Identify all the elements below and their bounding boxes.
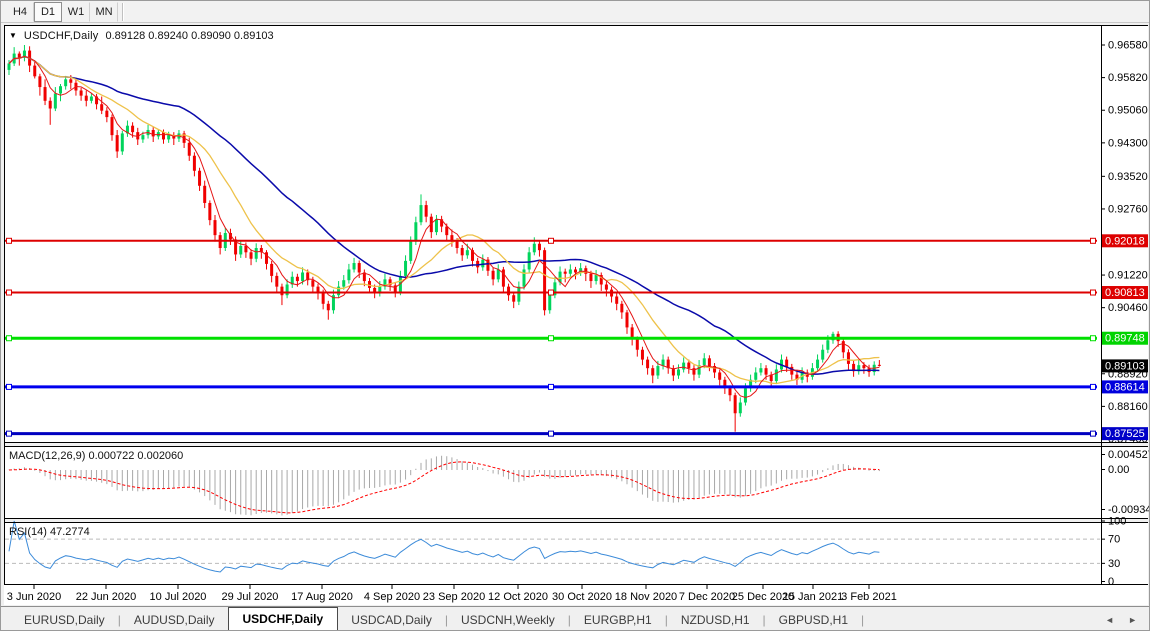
price-label-badge: 0.89103	[1102, 359, 1148, 372]
macd-indicator-label: MACD(12,26,9) 0.000722 0.002060	[9, 450, 183, 462]
rsi-axis-label: 30	[1108, 558, 1120, 570]
line-handle[interactable]	[1091, 238, 1096, 243]
tab-audusd-daily[interactable]: AUDUSD,Daily	[121, 609, 228, 631]
price-badge-value: 0.88614	[1105, 381, 1145, 393]
tab-eurgbp-h1[interactable]: EURGBP,H1	[571, 609, 665, 631]
line-handle[interactable]	[549, 384, 554, 389]
tab-usdcnh-weekly[interactable]: USDCNH,Weekly	[448, 609, 568, 631]
price-tick-label: 0.91220	[1108, 270, 1148, 282]
chart-title: ▼ USDCHF,Daily 0.89128 0.89240 0.89090 0…	[9, 30, 274, 42]
date-tick-label: 29 Jul 2020	[222, 591, 279, 603]
price-label-badge: 0.92018	[1102, 234, 1148, 247]
line-handle[interactable]	[549, 238, 554, 243]
timeframe-button-h4[interactable]: H4	[6, 2, 34, 22]
line-handle[interactable]	[1091, 290, 1096, 295]
macd-axis-label: -0.009348	[1108, 504, 1150, 516]
date-tick-label: 17 Aug 2020	[291, 591, 353, 603]
chart-pane[interactable]	[4, 25, 1148, 442]
line-handle[interactable]	[1091, 431, 1096, 436]
date-tick-label: 15 Jan 2021	[783, 591, 844, 603]
timeframe-button-w1[interactable]: W1	[62, 2, 90, 22]
date-tick-label: 7 Dec 2020	[679, 591, 735, 603]
tab-gbpusd-h1[interactable]: GBPUSD,H1	[766, 609, 861, 631]
date-tick-label: 10 Jul 2020	[150, 591, 207, 603]
date-tick-label: 30 Oct 2020	[552, 591, 612, 603]
price-label-badge: 0.89748	[1102, 332, 1148, 345]
line-handle[interactable]	[7, 384, 12, 389]
rsi-pane[interactable]	[4, 522, 1148, 584]
price-badge-value: 0.92018	[1105, 235, 1145, 247]
chart-tab-bar: EURUSD,Daily|AUDUSD,DailyUSDCHF,DailyUSD…	[1, 606, 1149, 631]
line-handle[interactable]	[7, 238, 12, 243]
price-badge-value: 0.87525	[1105, 428, 1145, 440]
line-handle[interactable]	[7, 431, 12, 436]
price-tick-label: 0.88160	[1108, 401, 1148, 413]
date-tick-label: 18 Nov 2020	[615, 591, 677, 603]
price-label-badge: 0.88614	[1102, 380, 1148, 393]
line-handle[interactable]	[549, 336, 554, 341]
macd-axis-label: 0.00	[1108, 464, 1129, 476]
line-handle[interactable]	[1091, 384, 1096, 389]
tab-usdcad-daily[interactable]: USDCAD,Daily	[338, 609, 445, 631]
date-tick-label: 22 Jun 2020	[76, 591, 137, 603]
price-badge-value: 0.89748	[1105, 333, 1145, 345]
chart-canvas: 0.96580 0.95820 0.95060 0.94300 0.93520 0.927…	[1, 1, 1150, 606]
date-tick-label: 12 Oct 2020	[488, 591, 548, 603]
tab-separator: |	[861, 613, 864, 627]
rsi-indicator-label: RSI(14) 47.2774	[9, 526, 90, 538]
timeframe-button-mn[interactable]: MN	[90, 2, 118, 22]
date-tick-label: 23 Sep 2020	[423, 591, 485, 603]
line-handle[interactable]	[1091, 336, 1096, 341]
toolbar-divider	[122, 3, 124, 21]
price-tick-label: 0.95060	[1108, 105, 1148, 117]
line-handle[interactable]	[7, 290, 12, 295]
date-tick-label: 3 Feb 2021	[841, 591, 897, 603]
price-tick-label: 0.93520	[1108, 171, 1148, 183]
price-tick-label: 0.94300	[1108, 137, 1148, 149]
line-handle[interactable]	[549, 290, 554, 295]
tab-eurusd-daily[interactable]: EURUSD,Daily	[11, 609, 118, 631]
macd-axis-label: 0.004527	[1108, 449, 1150, 461]
tab-nav: ◄►	[1105, 615, 1149, 625]
date-tick-label: 3 Jun 2020	[7, 591, 61, 603]
price-badge-value: 0.90813	[1105, 287, 1145, 299]
chart-menu-icon: ▼	[9, 32, 17, 40]
chart-ohlc-values: 0.89128 0.89240 0.89090 0.89103	[105, 30, 273, 42]
timeframe-button-d1[interactable]: D1	[34, 2, 62, 22]
line-handle[interactable]	[7, 336, 12, 341]
date-tick-label: 4 Sep 2020	[364, 591, 420, 603]
rsi-axis-label: 100	[1108, 516, 1126, 528]
chart-symbol-period: USDCHF,Daily	[24, 30, 99, 42]
price-label-badge: 0.87525	[1102, 427, 1148, 440]
tab-usdchf-daily[interactable]: USDCHF,Daily	[228, 607, 339, 631]
price-tick-label: 0.96580	[1108, 40, 1148, 52]
price-tick-label: 0.90460	[1108, 302, 1148, 314]
price-label-badge: 0.90813	[1102, 286, 1148, 299]
timeframe-toolbar: H4D1W1MN	[1, 1, 1149, 23]
mt4-window: H4D1W1MN 0.965800.958200.950600.943000.9…	[0, 0, 1150, 631]
tabs-scroll-right-icon[interactable]: ►	[1128, 615, 1137, 625]
line-handle[interactable]	[549, 431, 554, 436]
price-badge-value: 0.89103	[1105, 360, 1145, 372]
price-tick-label: 0.92760	[1108, 203, 1148, 215]
price-tick-label: 0.95820	[1108, 72, 1148, 84]
rsi-axis-label: 70	[1108, 534, 1120, 546]
tab-nzdusd-h1[interactable]: NZDUSD,H1	[668, 609, 763, 631]
tabs-scroll-left-icon[interactable]: ◄	[1105, 615, 1114, 625]
rsi-axis-label: 0	[1108, 576, 1114, 588]
